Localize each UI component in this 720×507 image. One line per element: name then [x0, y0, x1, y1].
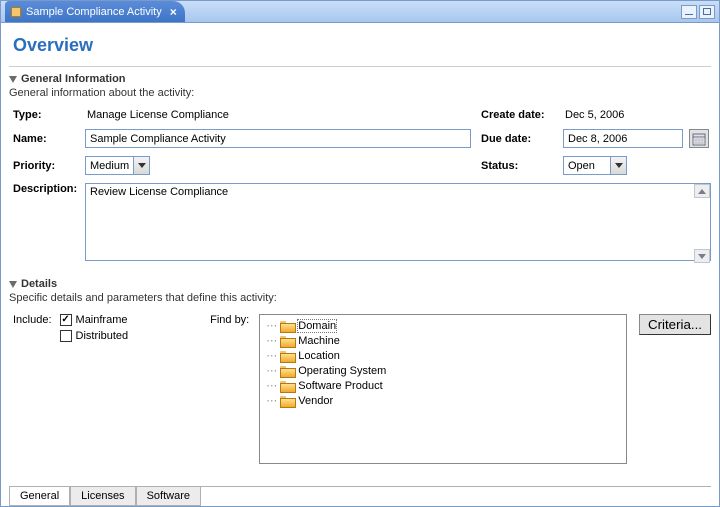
- folder-icon: [280, 320, 294, 331]
- folder-icon: [280, 380, 294, 391]
- tree-item-domain[interactable]: ⋯Domain: [264, 318, 622, 333]
- findby-tree[interactable]: ⋯Domain ⋯Machine ⋯Location ⋯Operating Sy…: [259, 314, 627, 464]
- folder-icon: [280, 335, 294, 346]
- activity-icon: [11, 7, 21, 17]
- section-general-information: General Information General information …: [9, 73, 711, 264]
- tab-software[interactable]: Software: [136, 487, 201, 506]
- priority-select[interactable]: Medium: [85, 156, 150, 175]
- tree-item-software-product[interactable]: ⋯Software Product: [264, 378, 622, 393]
- checkbox-mainframe[interactable]: [60, 314, 72, 326]
- include-distributed-row[interactable]: Distributed: [60, 330, 129, 342]
- section-details: Details Specific details and parameters …: [9, 278, 711, 464]
- expand-toggle-icon: [9, 281, 17, 288]
- checkbox-label: Mainframe: [76, 314, 128, 326]
- editor-titlebar: Sample Compliance Activity ×: [1, 1, 719, 23]
- dropdown-button[interactable]: [133, 157, 149, 174]
- section-header-details[interactable]: Details: [9, 278, 711, 290]
- dropdown-button[interactable]: [610, 157, 626, 174]
- section-header-general[interactable]: General Information: [9, 73, 711, 85]
- label-create-date: Create date:: [477, 109, 557, 121]
- priority-select-value: Medium: [86, 157, 133, 174]
- tree-item-machine[interactable]: ⋯Machine: [264, 333, 622, 348]
- criteria-column: Criteria...: [639, 314, 711, 464]
- findby-column: Find by: ⋯Domain ⋯Machine ⋯Location ⋯Ope…: [210, 314, 627, 464]
- label-type: Type:: [9, 109, 79, 121]
- label-due-date: Due date:: [477, 133, 557, 145]
- name-input[interactable]: [85, 129, 471, 148]
- minimize-button[interactable]: [681, 5, 697, 19]
- editor-tab-label: Sample Compliance Activity: [26, 6, 162, 18]
- general-form-grid: Type: Manage License Compliance Create d…: [9, 109, 711, 264]
- status-select-value: Open: [564, 157, 610, 174]
- folder-icon: [280, 350, 294, 361]
- calendar-icon: [692, 132, 706, 146]
- section-heading-text: Details: [21, 278, 57, 290]
- tree-item-location[interactable]: ⋯Location: [264, 348, 622, 363]
- bottom-tab-bar: General Licenses Software: [9, 486, 711, 506]
- date-picker-button[interactable]: [689, 129, 709, 148]
- maximize-button[interactable]: [699, 5, 715, 19]
- label-include: Include:: [9, 314, 52, 464]
- expand-toggle-icon: [9, 76, 17, 83]
- label-name: Name:: [9, 133, 79, 145]
- value-type: Manage License Compliance: [85, 109, 471, 121]
- section-heading-text: General Information: [21, 73, 126, 85]
- description-textarea[interactable]: [85, 183, 711, 261]
- label-priority: Priority:: [9, 160, 79, 172]
- activity-editor-window: Sample Compliance Activity × Overview Ge…: [0, 0, 720, 507]
- label-status: Status:: [477, 160, 557, 172]
- due-date-input[interactable]: [563, 129, 683, 148]
- editor-content: Overview General Information General inf…: [1, 23, 719, 506]
- chevron-down-icon: [615, 163, 623, 168]
- tree-item-operating-system[interactable]: ⋯Operating System: [264, 363, 622, 378]
- tab-licenses[interactable]: Licenses: [70, 487, 135, 506]
- page-title: Overview: [9, 29, 711, 67]
- label-description: Description:: [9, 183, 79, 195]
- checkbox-distributed[interactable]: [60, 330, 72, 342]
- editor-tab-active[interactable]: Sample Compliance Activity ×: [5, 1, 185, 22]
- value-create-date: Dec 5, 2006: [563, 109, 683, 121]
- details-body: Include: Mainframe Distributed Find by:: [9, 314, 711, 464]
- checkbox-label: Distributed: [76, 330, 129, 342]
- section-subtext: Specific details and parameters that def…: [9, 292, 711, 304]
- folder-icon: [280, 365, 294, 376]
- folder-icon: [280, 395, 294, 406]
- tree-item-vendor[interactable]: ⋯Vendor: [264, 393, 622, 408]
- include-mainframe-row[interactable]: Mainframe: [60, 314, 129, 326]
- tab-general[interactable]: General: [9, 487, 70, 506]
- close-icon[interactable]: ×: [170, 5, 177, 19]
- criteria-button[interactable]: Criteria...: [639, 314, 711, 335]
- status-select[interactable]: Open: [563, 156, 627, 175]
- label-findby: Find by:: [210, 314, 251, 464]
- section-subtext: General information about the activity:: [9, 87, 711, 99]
- include-column: Include: Mainframe Distributed: [9, 314, 128, 464]
- chevron-down-icon: [138, 163, 146, 168]
